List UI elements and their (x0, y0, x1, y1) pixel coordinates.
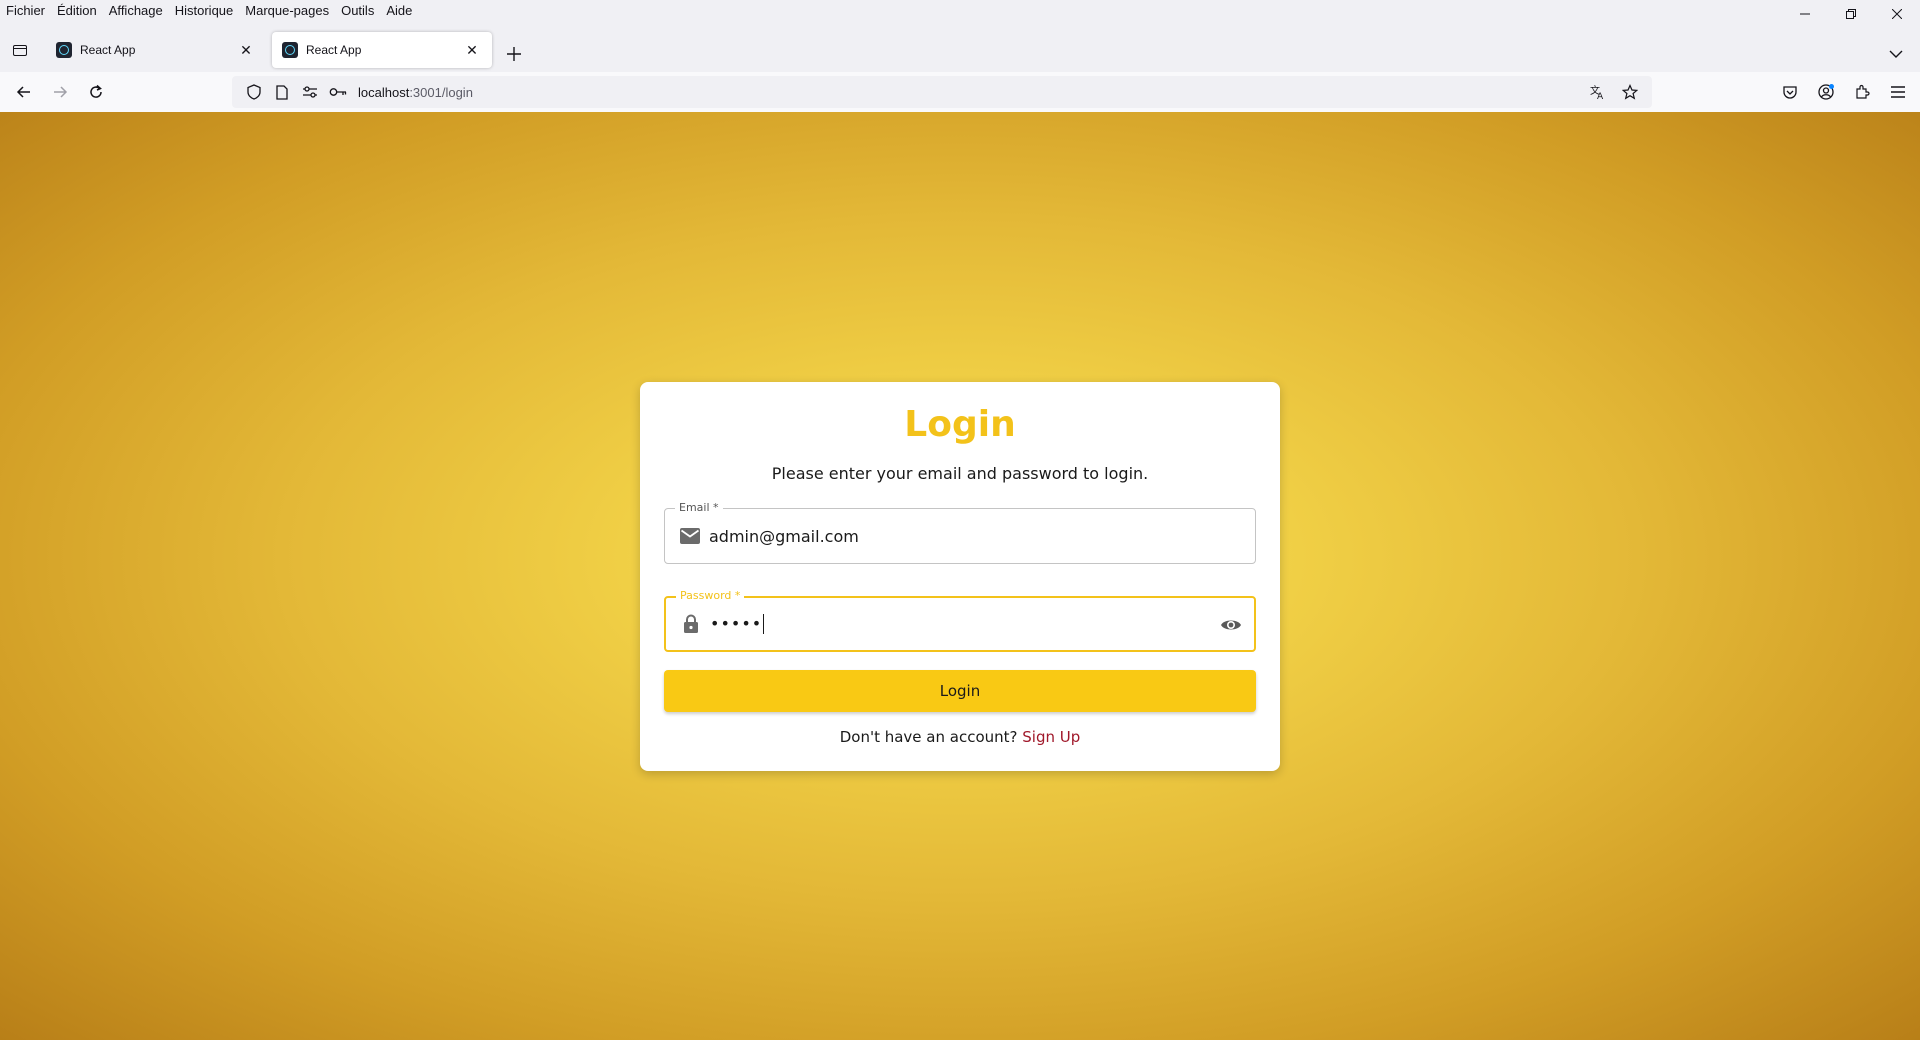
password-input[interactable]: ••••• (710, 613, 765, 635)
password-value: ••••• (710, 613, 763, 633)
tab-strip: React App ✕ React App ✕ (0, 28, 1920, 72)
bookmark-star-icon[interactable] (1616, 80, 1644, 104)
minimize-button[interactable] (1782, 0, 1828, 28)
tab-react-app-1[interactable]: React App ✕ (46, 32, 266, 68)
lock-icon (680, 613, 702, 635)
back-button[interactable] (6, 76, 42, 108)
menu-outils[interactable]: Outils (335, 3, 380, 18)
url-path: :3001/login (409, 84, 473, 100)
app-menu-button[interactable] (1880, 76, 1916, 108)
tab-list-icon (13, 45, 27, 56)
reload-button[interactable] (78, 76, 114, 108)
back-arrow-icon (16, 86, 30, 98)
menu-edition[interactable]: Édition (51, 3, 103, 18)
eye-icon (1221, 620, 1241, 630)
menu-fichier[interactable]: Fichier (0, 3, 51, 18)
url-host: localhost (358, 84, 410, 100)
reload-icon (90, 84, 102, 98)
url-actions: 文A (1584, 80, 1644, 104)
password-label: Password * (676, 589, 745, 603)
puzzle-icon (1856, 84, 1870, 99)
tab-overview-button[interactable] (0, 32, 40, 68)
tab-title: React App (80, 43, 136, 57)
email-field[interactable]: Email * admin@gmail.com (664, 501, 1256, 564)
login-title: Login (904, 404, 1016, 445)
window-controls (1782, 0, 1920, 28)
forward-arrow-icon (54, 86, 68, 98)
tab-react-app-2[interactable]: React App ✕ (272, 32, 492, 68)
account-button[interactable] (1808, 76, 1844, 108)
translate-icon[interactable]: 文A (1584, 80, 1612, 104)
menu-marque-pages[interactable]: Marque-pages (239, 3, 335, 18)
svg-text:A: A (1597, 92, 1604, 100)
login-button[interactable]: Login (664, 670, 1256, 712)
login-subtitle: Please enter your email and password to … (771, 464, 1149, 483)
navigation-bar: localhost:3001/login 文A (0, 72, 1920, 112)
text-caret (763, 614, 765, 635)
key-icon[interactable] (324, 80, 352, 104)
email-label: Email * (675, 501, 723, 515)
signup-prompt: Don't have an account? (839, 728, 1018, 746)
pocket-icon (1783, 86, 1797, 99)
react-icon (282, 42, 298, 58)
permissions-icon[interactable] (296, 80, 324, 104)
react-icon (56, 42, 72, 58)
toolbar-right (1772, 76, 1916, 108)
hamburger-menu-icon (1891, 86, 1905, 98)
restore-icon (1846, 9, 1856, 19)
forward-button[interactable] (42, 76, 78, 108)
menu-aide[interactable]: Aide (380, 3, 418, 18)
new-tab-button[interactable] (500, 40, 528, 68)
minimize-icon (1800, 13, 1810, 15)
menu-bar: Fichier Édition Affichage Historique Mar… (0, 0, 1920, 20)
list-all-tabs-button[interactable] (1882, 40, 1910, 68)
toggle-password-visibility-button[interactable] (1216, 610, 1246, 640)
login-card: Login Please enter your email and passwo… (640, 382, 1280, 771)
mail-icon (679, 525, 701, 547)
close-window-button[interactable] (1874, 0, 1920, 28)
tab-close-icon[interactable]: ✕ (462, 40, 482, 60)
extensions-button[interactable] (1844, 76, 1880, 108)
restore-button[interactable] (1828, 0, 1874, 28)
tab-title: React App (306, 43, 362, 57)
chevron-down-icon (1889, 50, 1903, 58)
url-bar[interactable]: localhost:3001/login 文A (232, 76, 1652, 108)
email-input[interactable]: admin@gmail.com (709, 527, 859, 546)
account-icon (1818, 84, 1834, 100)
page-icon[interactable] (268, 80, 296, 104)
plus-icon (507, 47, 521, 61)
menu-affichage[interactable]: Affichage (103, 3, 169, 18)
shield-icon[interactable] (240, 80, 268, 104)
close-icon (1892, 9, 1902, 19)
tab-close-icon[interactable]: ✕ (236, 40, 256, 60)
password-field[interactable]: Password * ••••• (664, 589, 1256, 652)
signup-row: Don't have an account? Sign Up (640, 728, 1280, 746)
pocket-button[interactable] (1772, 76, 1808, 108)
signup-link[interactable]: Sign Up (1022, 728, 1080, 746)
menu-historique[interactable]: Historique (169, 3, 240, 18)
url-text[interactable]: localhost:3001/login (358, 85, 473, 100)
page-viewport: Login Please enter your email and passwo… (0, 112, 1920, 1040)
